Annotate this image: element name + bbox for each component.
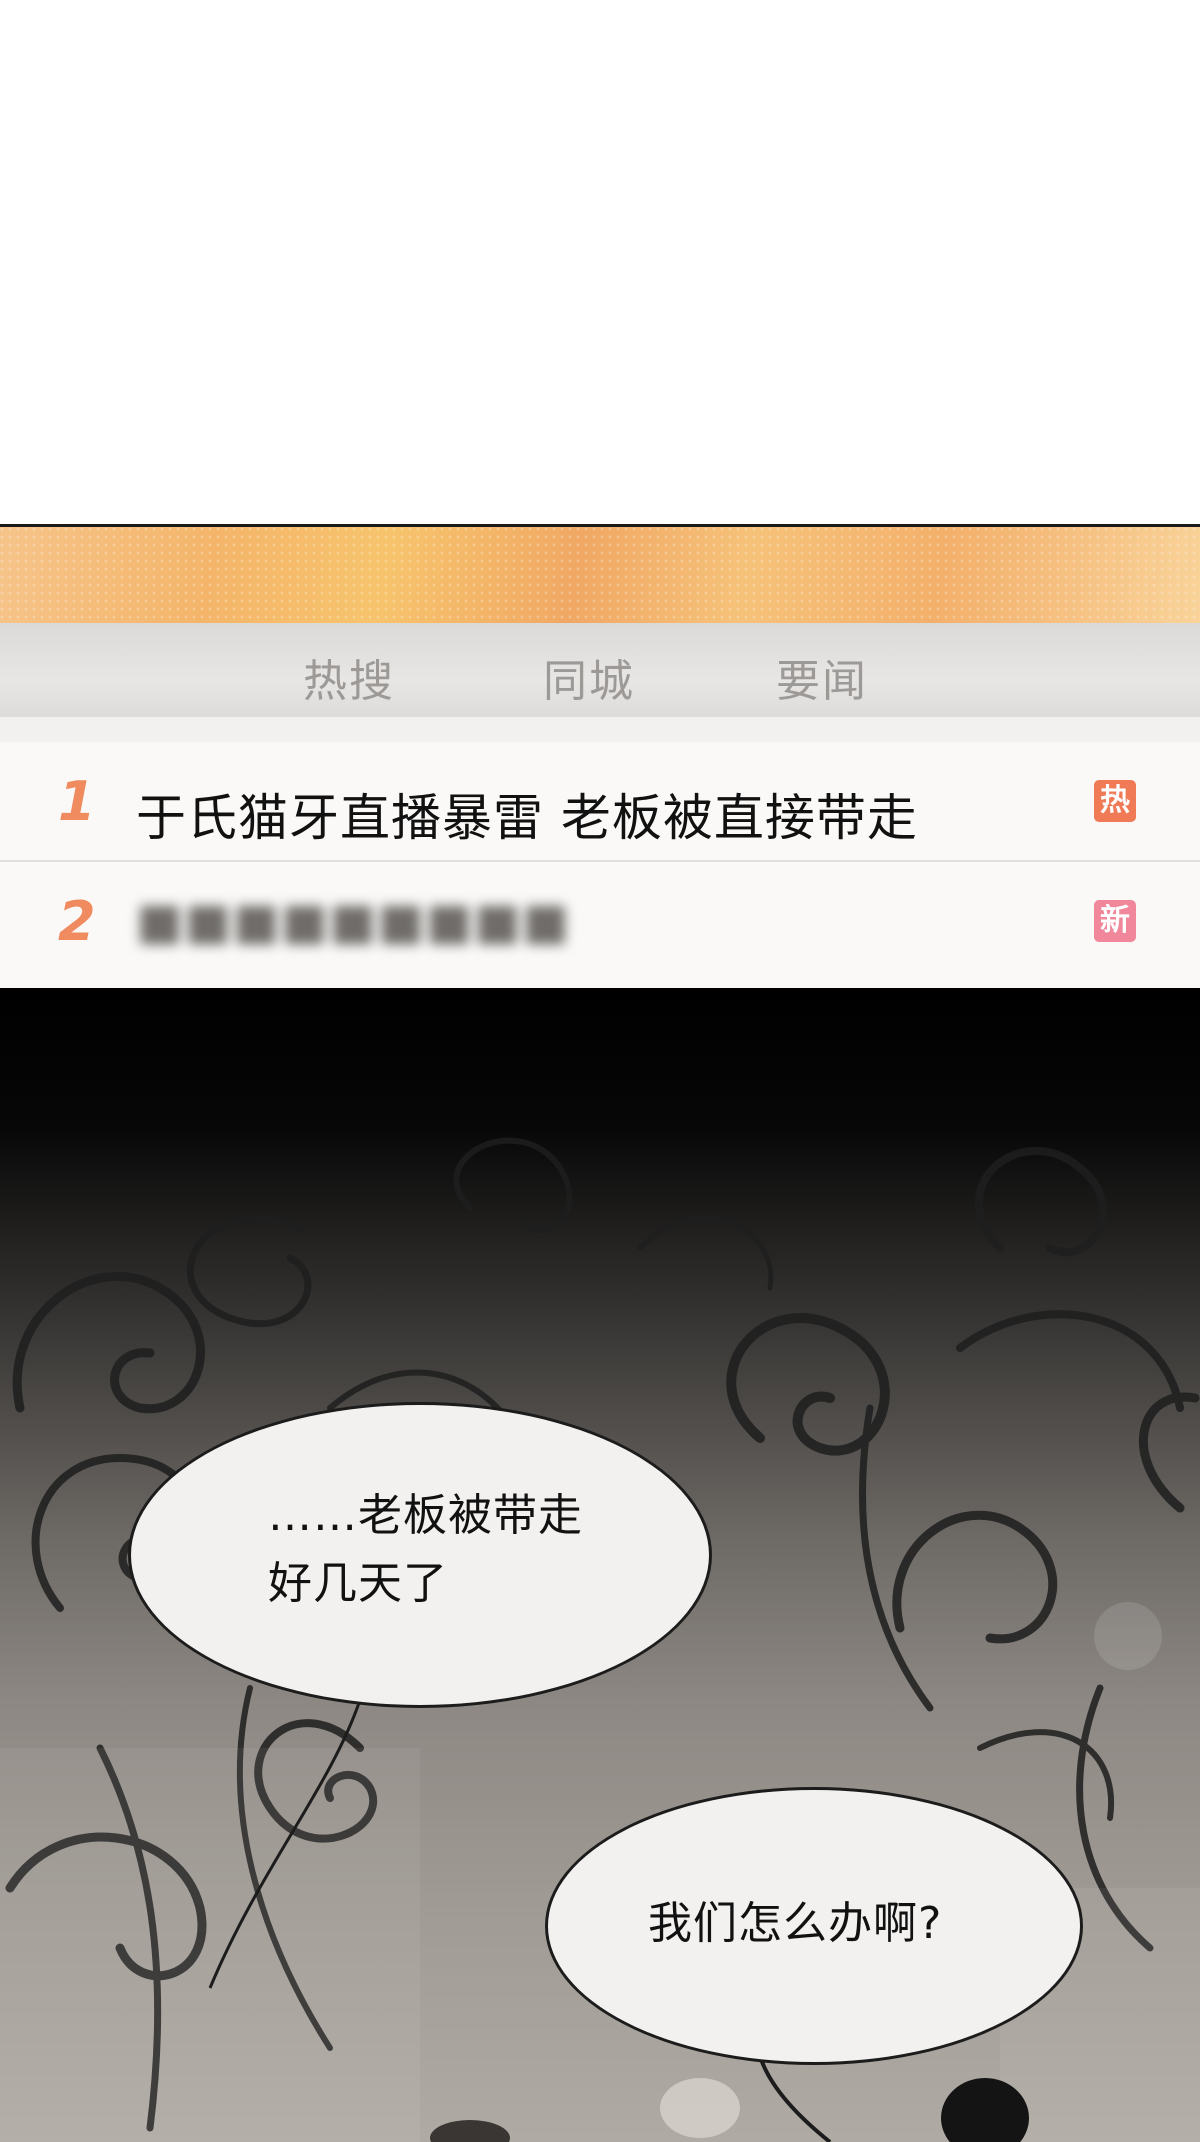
rank-number: 2 [58, 890, 96, 953]
hot-search-title: 于氏猫牙直播暴雷 老板被直接带走 [136, 789, 918, 847]
comic-panel: ……老板被带走好几天了 我们怎么办啊? [0, 988, 1200, 2142]
comic-page: 热搜 同城 要闻 1 于氏猫牙直播暴雷 老板被直接带走 热 2 ■■■■■■■■… [0, 0, 1200, 2142]
hot-search-tabs: 热搜 同城 要闻 [0, 623, 1200, 717]
rank-number: 1 [58, 770, 96, 833]
hot-search-banner [0, 527, 1200, 623]
hot-search-item-1[interactable]: 1 于氏猫牙直播暴雷 老板被直接带走 热 [0, 742, 1200, 862]
new-badge: 新 [1094, 900, 1136, 942]
hot-search-panel: 热搜 同城 要闻 1 于氏猫牙直播暴雷 老板被直接带走 热 2 ■■■■■■■■… [0, 524, 1200, 991]
speech-bubble-1-text: ……老板被带走好几天了 [268, 1490, 583, 1609]
hot-search-item-2[interactable]: 2 ■■■■■■■■■ 新 [0, 862, 1200, 980]
hot-search-title-blurred: ■■■■■■■■■ [136, 892, 571, 950]
hot-search-list: 1 于氏猫牙直播暴雷 老板被直接带走 热 2 ■■■■■■■■■ 新 [0, 742, 1200, 991]
speech-bubble-2-text: 我们怎么办啊? [648, 1898, 943, 1949]
hot-badge: 热 [1094, 780, 1136, 822]
tab-hot-search[interactable]: 热搜 [303, 645, 395, 709]
tab-local[interactable]: 同城 [543, 645, 635, 709]
tab-headlines[interactable]: 要闻 [776, 645, 868, 709]
